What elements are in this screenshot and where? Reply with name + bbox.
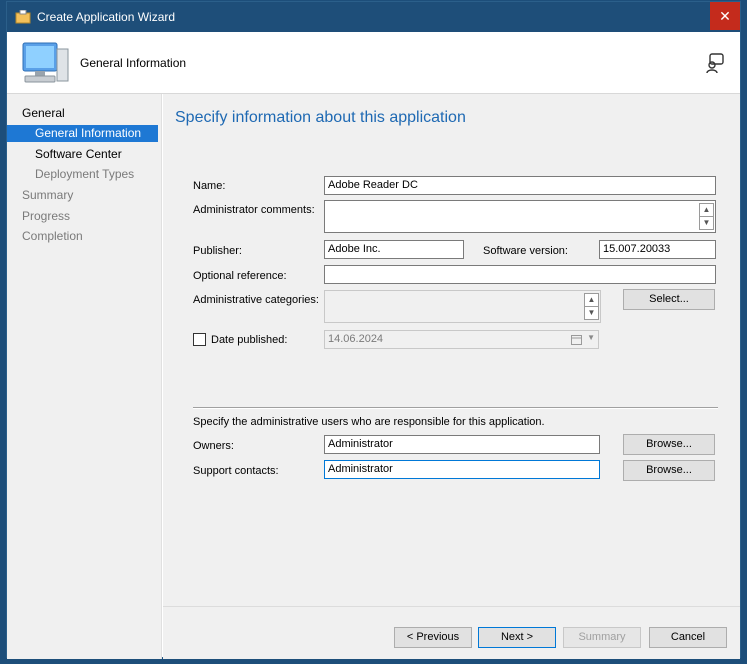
date-published-value: 14.06.2024 [328,333,384,345]
cancel-button[interactable]: Cancel [649,627,727,648]
owners-label: Owners: [193,440,234,452]
chevron-down-icon: ▼ [587,333,595,342]
support-contacts-browse-button[interactable]: Browse... [623,460,715,481]
optional-reference-field[interactable] [324,265,716,284]
spin-up-icon[interactable]: ▲ [584,293,599,307]
optional-reference-label: Optional reference: [193,270,287,282]
admin-comments-label: Administrator comments: [193,204,315,216]
title-bar: Create Application Wizard ✕ [7,2,740,32]
calendar-icon [571,335,582,345]
previous-button[interactable]: < Previous [394,627,472,648]
name-label: Name: [193,180,226,192]
date-published-checkbox[interactable] [193,333,206,346]
sidebar-item-summary[interactable]: Summary [7,187,158,204]
wizard-content: Specify information about this applicati… [163,94,740,606]
owners-field[interactable]: Administrator [324,435,600,454]
help-icon[interactable] [704,52,726,74]
sidebar-item-progress[interactable]: Progress [7,208,158,225]
select-categories-button[interactable]: Select... [623,289,715,310]
computer-icon [22,42,69,83]
support-contacts-field[interactable]: Administrator [324,460,600,479]
name-field[interactable]: Adobe Reader DC [324,176,716,195]
spin-up-icon[interactable]: ▲ [699,203,714,217]
admin-comments-field[interactable]: ▲ ▼ [324,200,716,233]
sidebar-item-completion[interactable]: Completion [7,228,158,245]
sidebar-item-deployment-types[interactable]: Deployment Types [7,166,158,183]
wizard-header: General Information [7,32,740,94]
close-icon: ✕ [719,8,731,24]
wizard-sidebar: General General Information Software Cen… [7,94,162,659]
page-heading: General Information [80,56,187,70]
summary-button[interactable]: Summary [563,627,641,648]
admin-categories-field: ▲ ▼ [324,290,601,323]
content-title: Specify information about this applicati… [175,109,466,126]
window-title: Create Application Wizard [37,10,176,24]
publisher-field[interactable]: Adobe Inc. [324,240,464,259]
software-version-field[interactable]: 15.007.20033 [599,240,716,259]
close-button[interactable]: ✕ [710,2,740,30]
spin-down-icon[interactable]: ▼ [584,306,599,320]
software-version-label: Software version: [483,245,568,257]
section-divider [193,407,718,409]
date-published-field: 14.06.2024 ▼ [324,330,599,349]
publisher-label: Publisher: [193,245,242,257]
wizard-window: Create Application Wizard ✕ General Info… [6,1,741,659]
wizard-footer: < Previous Next > Summary Cancel [163,606,740,659]
admin-categories-label: Administrative categories: [193,294,319,306]
sidebar-item-general[interactable]: General [7,105,158,122]
owners-browse-button[interactable]: Browse... [623,434,715,455]
responsible-note: Specify the administrative users who are… [193,416,545,428]
next-button[interactable]: Next > [478,627,556,648]
wizard-app-icon [15,10,31,24]
sidebar-item-software-center[interactable]: Software Center [7,146,158,163]
sidebar-item-general-information[interactable]: General Information [7,125,158,142]
date-published-label: Date published: [211,334,288,346]
support-contacts-label: Support contacts: [193,465,279,477]
spin-down-icon[interactable]: ▼ [699,216,714,230]
